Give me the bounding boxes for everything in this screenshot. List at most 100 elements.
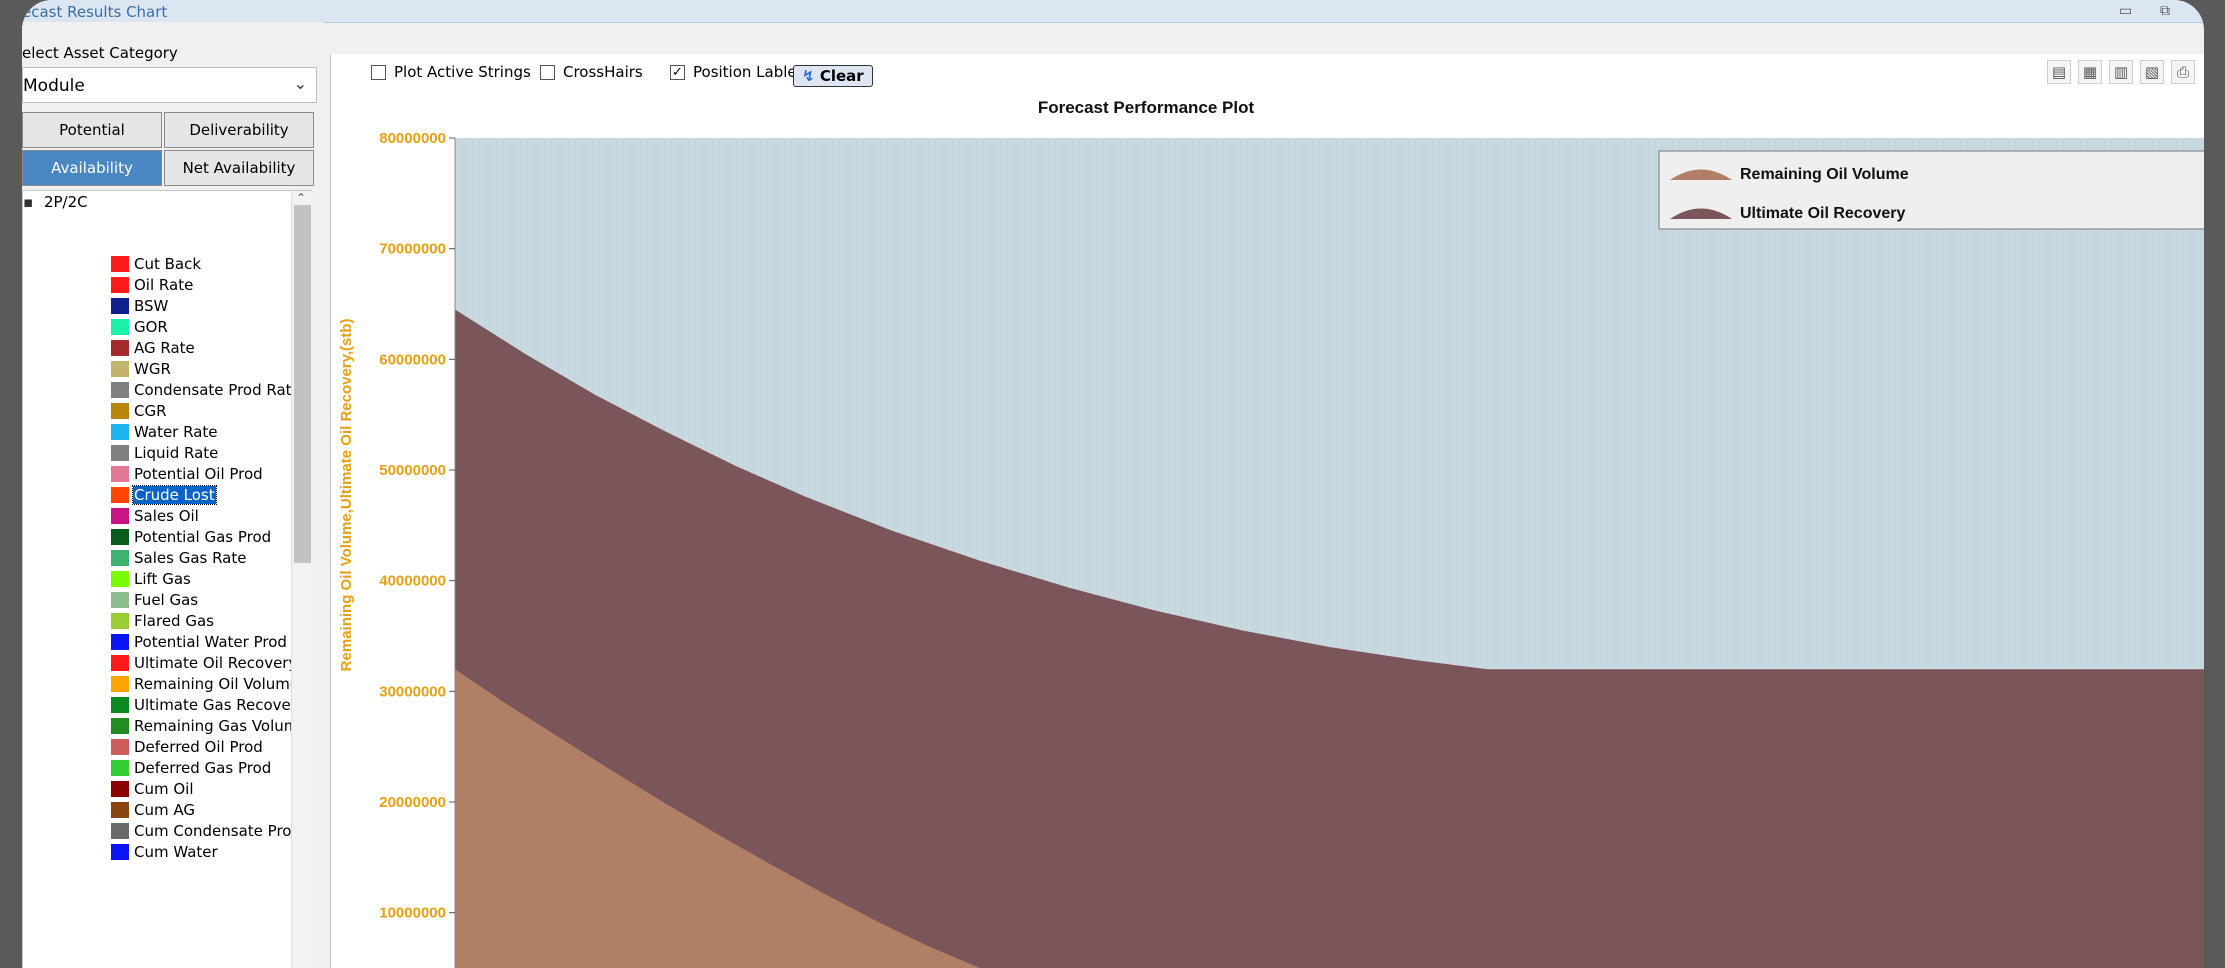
y-tick-label: 80000000 (379, 130, 446, 147)
series-list-item[interactable]: Potential Gas Prod (111, 526, 309, 547)
series-color-swatch (111, 759, 129, 776)
forecast-chart: 80000000 70000000 60000000 50000000 40000000… (338, 130, 2204, 968)
series-list-item[interactable]: CGR (111, 400, 309, 421)
series-color-swatch (111, 717, 129, 734)
series-list-item[interactable]: Deferred Gas Prod (111, 757, 309, 778)
y-tick-label: 10000000 (379, 905, 446, 922)
series-color-swatch (111, 339, 129, 356)
series-list-item[interactable]: WGR (111, 358, 309, 379)
tab-potential[interactable]: Potential (22, 112, 162, 148)
series-list-item[interactable]: GOR (111, 316, 309, 337)
scroll-up-icon[interactable]: ⌃ (296, 191, 306, 205)
series-color-swatch (111, 591, 129, 608)
series-list-label: Potential Oil Prod (134, 464, 263, 483)
tree-root-node[interactable]: ▪ 2P/2C (23, 193, 88, 211)
series-color-swatch (111, 780, 129, 797)
series-list-item[interactable]: Remaining Oil Volume (111, 673, 309, 694)
minimize-button[interactable]: ▭ (2119, 3, 2132, 19)
series-list-item[interactable]: Crude Lost (111, 484, 309, 505)
y-tick-label: 30000000 (379, 683, 446, 700)
series-color-swatch (111, 402, 129, 419)
window-title: ecast Results Chart (22, 3, 168, 21)
series-color-swatch (111, 801, 129, 818)
series-list-item[interactable]: Ultimate Gas Recovery (111, 694, 309, 715)
series-list-item[interactable]: Cum AG (111, 799, 309, 820)
series-list-item[interactable]: Deferred Oil Prod (111, 736, 309, 757)
series-color-swatch (111, 276, 129, 293)
series-list-item[interactable]: Water Rate (111, 421, 309, 442)
series-list-item[interactable]: Lift Gas (111, 568, 309, 589)
series-list-item[interactable]: AG Rate (111, 337, 309, 358)
tab-deliverability[interactable]: Deliverability (164, 112, 314, 148)
scrollbar-thumb[interactable] (294, 205, 311, 563)
asset-category-value: Module (23, 76, 85, 96)
series-list-item[interactable]: Flared Gas (111, 610, 309, 631)
chart-pane: Plot Active Strings CrossHairs ✓ Positio… (330, 54, 2204, 968)
series-list-label: Deferred Gas Prod (134, 758, 272, 777)
series-list-label: Condensate Prod Rate (134, 380, 301, 399)
chart-legend: Remaining Oil Volume Ultimate Oil Recove… (1658, 150, 2204, 230)
series-color-swatch (111, 675, 129, 692)
series-list-label: GOR (134, 317, 168, 336)
tab-availability[interactable]: Availability (22, 150, 162, 186)
series-list-label: Remaining Oil Volume (134, 674, 300, 693)
series-list-label: Fuel Gas (134, 590, 199, 609)
series-list-item[interactable]: Liquid Rate (111, 442, 309, 463)
series-list-label: Flared Gas (134, 611, 214, 630)
series-list-label: Sales Gas Rate (134, 548, 247, 567)
restore-button[interactable]: ⧉ (2160, 3, 2170, 19)
series-color-swatch (111, 843, 129, 860)
series-list-item[interactable]: Cum Water (111, 841, 309, 862)
series-list-label: Ultimate Oil Recovery (134, 653, 298, 672)
series-list-item[interactable]: Potential Oil Prod (111, 463, 309, 484)
series-color-swatch (111, 423, 129, 440)
series-list-item[interactable]: Sales Gas Rate (111, 547, 309, 568)
series-list-item[interactable]: Fuel Gas (111, 589, 309, 610)
series-list-item[interactable]: BSW (111, 295, 309, 316)
chevron-down-icon: ⌄ (293, 74, 307, 93)
series-list-label: BSW (134, 296, 169, 315)
series-list-item[interactable]: Remaining Gas Volume (111, 715, 309, 736)
series-color-swatch (111, 255, 129, 272)
series-color-swatch (111, 507, 129, 524)
asset-sidebar: elect Asset Category Module ⌄ Potential … (22, 22, 324, 968)
series-list-item[interactable]: Ultimate Oil Recovery (111, 652, 309, 673)
series-list-item[interactable]: Cut Back (111, 253, 309, 274)
series-list-label: Potential Water Prod (134, 632, 287, 651)
series-color-swatch (111, 549, 129, 566)
series-list-label: Ultimate Gas Recovery (134, 695, 306, 714)
series-list-label: Cum Condensate Prod (134, 821, 301, 840)
series-list-item[interactable]: Oil Rate (111, 274, 309, 295)
series-list-label: Cum AG (134, 800, 195, 819)
series-list-label: Potential Gas Prod (134, 527, 272, 546)
series-color-swatch (111, 486, 129, 503)
series-list-label: CGR (134, 401, 167, 420)
series-color-swatch (111, 822, 129, 839)
tree-expander-icon[interactable]: ▪ (23, 193, 33, 211)
tab-net-availability[interactable]: Net Availability (164, 150, 314, 186)
y-tick-label: 70000000 (379, 241, 446, 258)
series-list-item[interactable]: Condensate Prod Rate (111, 379, 309, 400)
tree-scrollbar[interactable]: ⌃ (291, 191, 313, 968)
y-axis-label: Remaining Oil Volume,Ultimate Oil Recove… (338, 318, 355, 671)
asset-category-label: elect Asset Category (22, 44, 178, 62)
series-list-item[interactable]: Cum Condensate Prod (111, 820, 309, 841)
series-color-swatch (111, 465, 129, 482)
series-color-swatch (111, 318, 129, 335)
series-list-label: WGR (134, 359, 171, 378)
series-list-label: Lift Gas (134, 569, 191, 588)
series-list-item[interactable]: Sales Oil (111, 505, 309, 526)
series-list-item[interactable]: Cum Oil (111, 778, 309, 799)
series-list-label: Remaining Gas Volume (134, 716, 308, 735)
series-list-label: Cum Oil (134, 779, 194, 798)
asset-category-dropdown[interactable]: Module ⌄ (22, 67, 317, 103)
series-list-item[interactable]: Potential Water Prod (111, 631, 309, 652)
y-tick-label: 20000000 (379, 794, 446, 811)
series-color-swatch (111, 633, 129, 650)
tree-root-label: 2P/2C (43, 193, 88, 211)
y-axis-ticks: 80000000 70000000 60000000 50000000 40000000… (379, 130, 455, 922)
series-list-label: Oil Rate (134, 275, 194, 294)
y-tick-label: 60000000 (379, 351, 446, 368)
series-color-swatch (111, 360, 129, 377)
series-list-label: Water Rate (134, 422, 218, 441)
